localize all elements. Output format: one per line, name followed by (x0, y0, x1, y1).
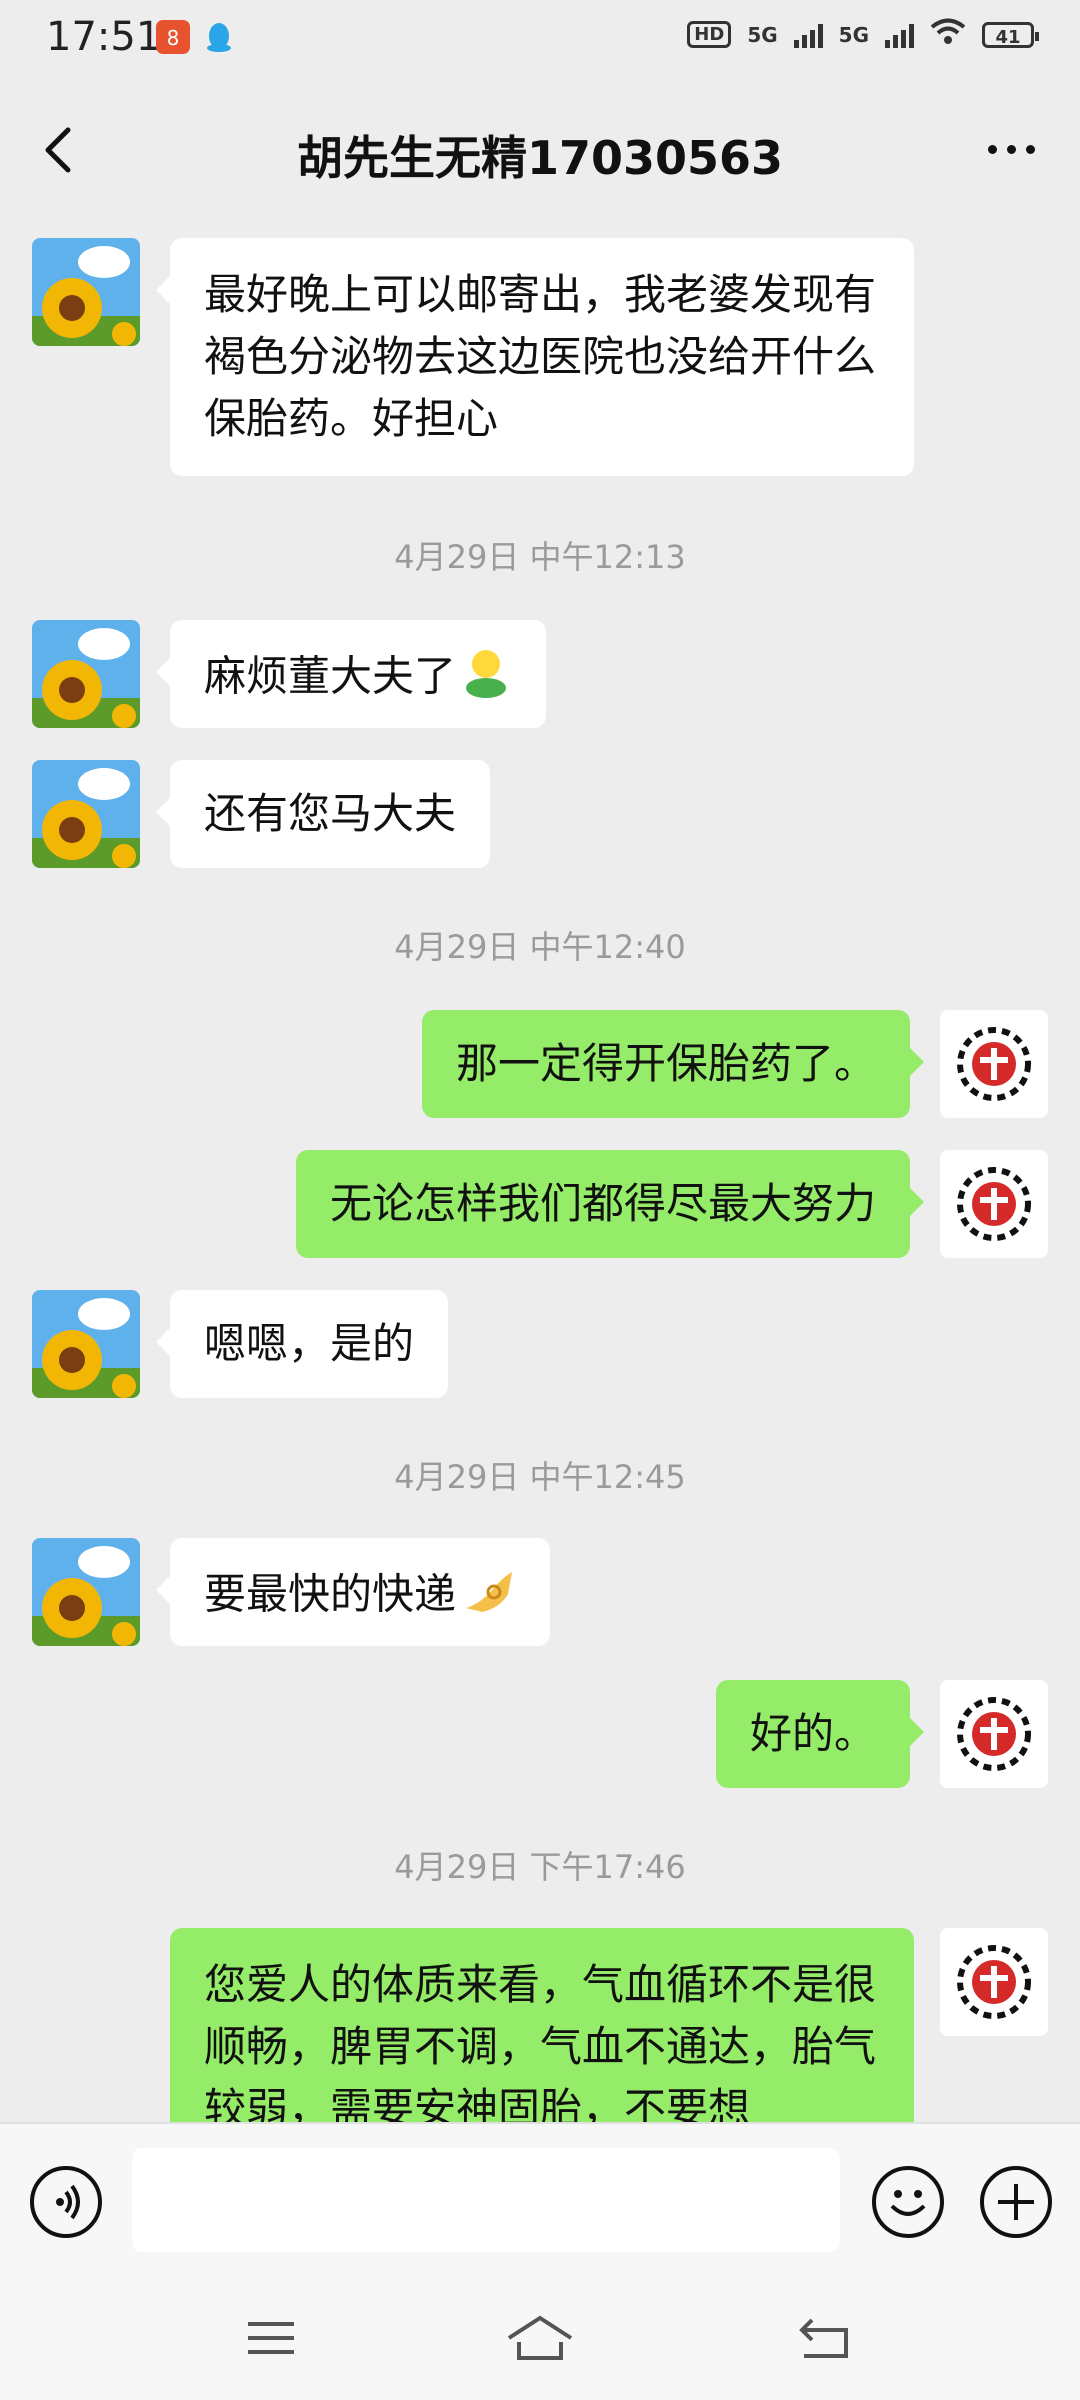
plus-icon[interactable] (980, 2166, 1052, 2238)
message-bubble[interactable]: 麻烦董大夫了 (155, 620, 547, 728)
network-label-1: 5G (747, 22, 778, 47)
chat-title: 胡先生无精17030563 (296, 131, 784, 185)
timestamp: 4月29日 下午17:46 (394, 1848, 686, 1886)
status-right: HD 5G 5G 41 (687, 18, 1039, 51)
home-icon[interactable] (505, 2308, 575, 2368)
avatar-self[interactable] (940, 1010, 1048, 1118)
message-bubble[interactable]: 还有您马大夫 (155, 760, 491, 868)
avatar-contact[interactable] (32, 238, 140, 346)
app-icon-red: 8 (156, 20, 190, 54)
battery-icon: 41 (982, 21, 1039, 48)
qq-icon (202, 20, 236, 54)
smiley-icon[interactable] (872, 2166, 944, 2238)
avatar-contact[interactable] (32, 1290, 140, 1398)
message-bubble[interactable]: 最好晚上可以邮寄出，我老婆发现有褐色分泌物去这边医院也没给开什么保胎药。好担心 (156, 238, 914, 476)
network-label-2: 5G (838, 22, 869, 47)
system-nav-bar (0, 2278, 1080, 2400)
avatar-self[interactable] (940, 1928, 1048, 2036)
hd-icon: HD (687, 21, 732, 48)
message-text: 要最快的快递 (204, 1569, 457, 1619)
avatar-self[interactable] (940, 1680, 1048, 1788)
voice-icon[interactable] (30, 2166, 102, 2238)
avatar-contact[interactable] (32, 620, 140, 728)
message-text: 麻烦董大夫了 (204, 651, 457, 701)
avatar-contact[interactable] (32, 760, 140, 868)
signal-icon-2 (885, 22, 914, 48)
chat-header: 胡先生无精17030563 (0, 80, 1080, 220)
ok-hand-emoji (460, 1564, 516, 1630)
svg-text:8: 8 (167, 26, 180, 50)
timestamp: 4月29日 中午12:13 (394, 538, 686, 576)
message-bubble[interactable]: 那一定得开保胎药了。 (421, 1010, 925, 1118)
input-bar (0, 2122, 1080, 2280)
signal-icon (793, 22, 823, 48)
avatar-self[interactable] (940, 1150, 1048, 1258)
message-bubble[interactable]: 无论怎样我们都得尽最大努力 (295, 1150, 925, 1258)
message-bubble[interactable]: 要最快的快递 (155, 1538, 551, 1646)
wifi-icon (930, 18, 966, 51)
menu-icon[interactable] (236, 2308, 306, 2368)
status-time: 17:51 (46, 14, 162, 60)
message-bubble[interactable]: 好的。 (715, 1680, 925, 1788)
timestamp: 4月29日 中午12:40 (394, 928, 686, 966)
timestamp: 4月29日 中午12:45 (394, 1458, 686, 1496)
message-input[interactable] (132, 2148, 840, 2252)
back-icon[interactable] (790, 2308, 860, 2368)
avatar-contact[interactable] (32, 1538, 140, 1646)
message-bubble[interactable]: 嗯嗯，是的 (155, 1290, 449, 1398)
more-dots-icon[interactable] (976, 124, 1046, 174)
status-bar: 17:51 8 HD 5G 5G 41 (0, 0, 1080, 80)
person-emoji (460, 646, 512, 712)
